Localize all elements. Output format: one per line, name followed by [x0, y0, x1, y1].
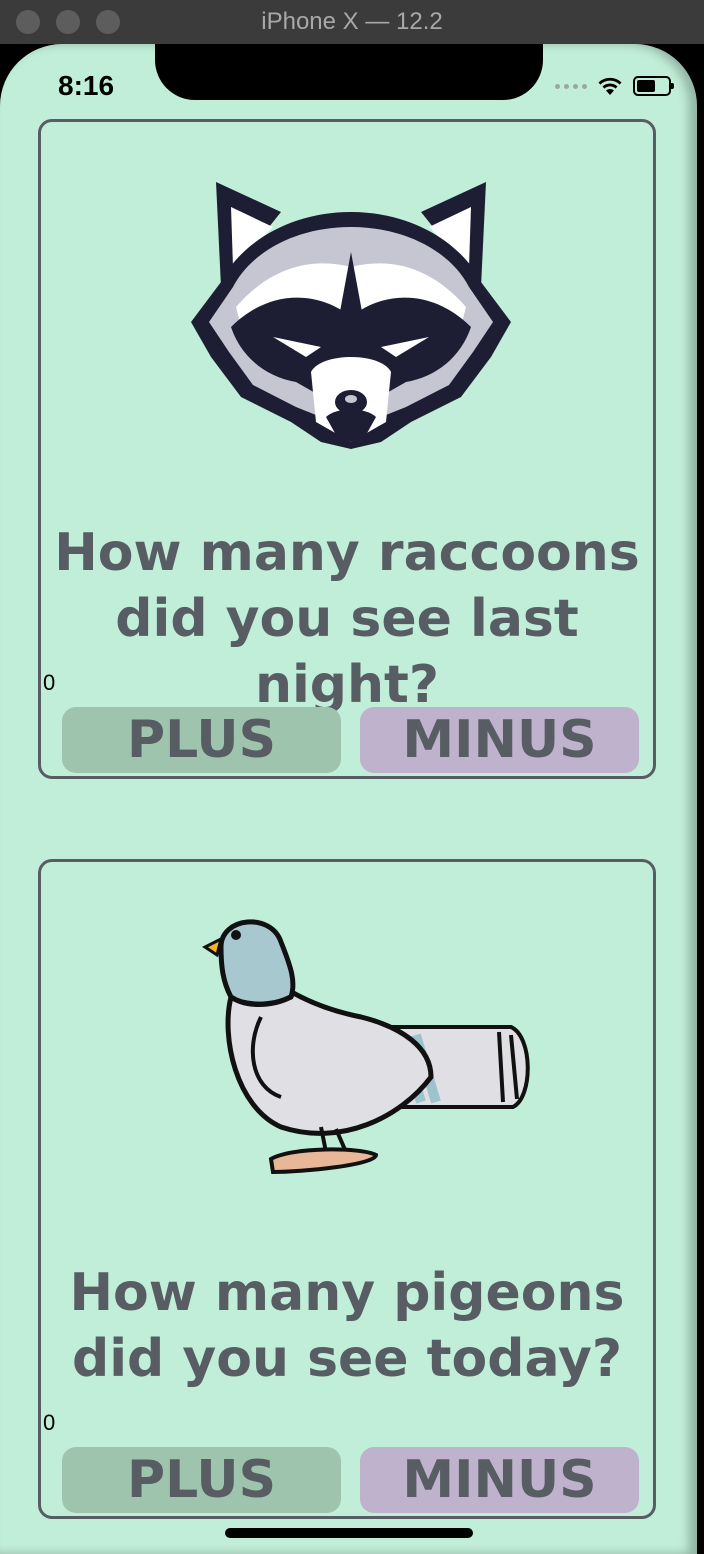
raccoon-question: How many raccoons did you see last night… [41, 520, 653, 718]
pigeon-plus-button[interactable]: PLUS [62, 1447, 341, 1513]
raccoon-face-illustration [191, 182, 511, 449]
home-indicator[interactable] [225, 1528, 473, 1538]
pigeon-question-line-1: How many pigeons [69, 1263, 625, 1323]
raccoon-question-line-2: did you see last night? [115, 589, 579, 715]
status-time: 8:16 [58, 70, 115, 101]
pigeon-question-line-2: did you see today? [71, 1329, 623, 1389]
pigeon-count: 0 [43, 1410, 56, 1435]
pigeon-card: How many pigeons did you see today? 0 PL… [38, 859, 656, 1519]
device-notch [155, 44, 543, 100]
cellular-signal-icon [555, 83, 587, 89]
raccoon-question-line-1: How many raccoons [54, 523, 640, 583]
raccoon-card: How many raccoons did you see last night… [38, 119, 656, 779]
window-title: iPhone X — 12.2 [261, 8, 443, 35]
app-screen: 8:16 How many raccoons did you see last … [0, 44, 697, 1554]
raccoon-count: 0 [43, 670, 56, 695]
pigeon-question: How many pigeons did you see today? [41, 1260, 653, 1392]
raccoon-plus-button[interactable]: PLUS [62, 707, 341, 773]
pigeon-minus-button[interactable]: MINUS [360, 1447, 639, 1513]
raccoon-minus-button[interactable]: MINUS [360, 707, 639, 773]
simulator-titlebar: iPhone X — 12.2 [0, 0, 704, 45]
status-indicators [555, 74, 674, 98]
battery-icon [633, 76, 674, 96]
pigeon-illustration [202, 919, 530, 1175]
wifi-icon [598, 77, 622, 95]
